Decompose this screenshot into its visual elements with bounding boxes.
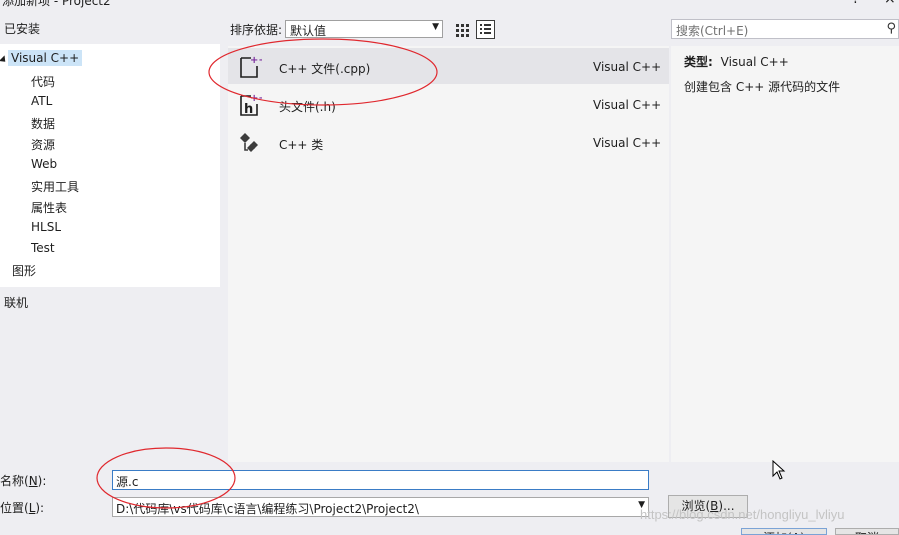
close-icon[interactable]: × (884, 0, 896, 7)
svg-text:++: ++ (250, 93, 262, 104)
add-button[interactable]: 添加(A) (741, 528, 827, 535)
mouse-cursor-icon (772, 460, 786, 480)
template-item-cpp-class[interactable]: C++ 类 Visual C++ (228, 124, 669, 160)
list-view-icon (480, 24, 491, 34)
template-name: C++ 类 (279, 138, 324, 152)
template-name: 头文件(.h) (279, 100, 336, 114)
details-pane (671, 46, 899, 462)
template-item-cpp-file[interactable]: ++ C++ 文件(.cpp) Visual C++ (228, 48, 669, 84)
expand-triangle-icon[interactable] (0, 55, 9, 65)
sort-value: 默认值 (290, 24, 327, 38)
svg-text:++: ++ (250, 55, 262, 66)
watermark-text: https://blog.csdn.net/hongliyu_lvliyu (640, 507, 845, 522)
template-type: Visual C++ (593, 98, 662, 112)
location-value: D:\代码库\vs代码库\c语言\编程练习\Project2\Project2\ (116, 502, 419, 516)
help-icon[interactable]: ? (852, 0, 859, 7)
template-type: Visual C++ (593, 136, 662, 150)
sort-label: 排序依据: (230, 23, 283, 37)
template-type: Visual C++ (593, 60, 662, 74)
tree-item-test[interactable]: Test (31, 241, 55, 255)
details-type-value: Visual C++ (720, 55, 789, 69)
location-input[interactable]: D:\代码库\vs代码库\c语言\编程练习\Project2\Project2\… (112, 497, 649, 517)
tree-item-resource[interactable]: 资源 (31, 136, 55, 153)
tree-item-graphics[interactable]: 图形 (12, 262, 36, 279)
category-tree: Visual C++ 代码 ATL 数据 资源 Web 实用工具 属性表 HLS… (0, 44, 220, 287)
grid-view-button[interactable] (453, 20, 472, 39)
tree-item-utility[interactable]: 实用工具 (31, 178, 79, 195)
details-description: 创建包含 C++ 源代码的文件 (684, 80, 841, 94)
header-file-icon: h ++ (240, 93, 262, 117)
template-item-header-file[interactable]: h ++ 头文件(.h) Visual C++ (228, 86, 669, 122)
sort-dropdown[interactable]: 默认值 ▼ (285, 20, 443, 38)
cancel-button[interactable]: 取消 (835, 528, 899, 535)
name-input[interactable]: 源.c (112, 470, 649, 490)
tree-item-atl[interactable]: ATL (31, 94, 52, 108)
online-header[interactable]: 联机 (4, 294, 28, 311)
tree-item-visual-cpp[interactable]: Visual C++ (8, 50, 83, 66)
grid-view-icon (456, 24, 469, 37)
window-title: 添加新项 - Project2 (2, 0, 111, 8)
template-list: ++ C++ 文件(.cpp) Visual C++ h ++ 头文件(.h) … (228, 46, 669, 462)
tree-item-hlsl[interactable]: HLSL (31, 220, 61, 234)
tree-item-web[interactable]: Web (31, 157, 57, 171)
dropdown-arrow-icon: ▼ (432, 22, 439, 32)
tree-item-data[interactable]: 数据 (31, 115, 55, 132)
svg-text:h: h (244, 102, 253, 117)
installed-header: 已安装 (4, 22, 41, 36)
tree-item-code[interactable]: 代码 (31, 73, 55, 90)
cpp-class-icon (240, 133, 258, 152)
template-name: C++ 文件(.cpp) (279, 62, 371, 76)
title-bar: 添加新项 - Project2 ? × (0, 0, 899, 8)
name-label: 名称(N): (0, 474, 47, 488)
details-type: 类型: Visual C++ (684, 53, 789, 70)
search-icon[interactable]: ⚲ (886, 21, 896, 36)
list-view-button[interactable] (476, 20, 495, 39)
search-placeholder: 搜索(Ctrl+E) (676, 24, 749, 38)
tree-item-property-sheet[interactable]: 属性表 (31, 199, 67, 216)
details-type-label: 类型: (684, 55, 713, 69)
location-label: 位置(L): (0, 501, 45, 515)
cpp-file-icon: ++ (240, 55, 262, 78)
search-box[interactable]: 搜索(Ctrl+E) ⚲ (671, 19, 899, 39)
